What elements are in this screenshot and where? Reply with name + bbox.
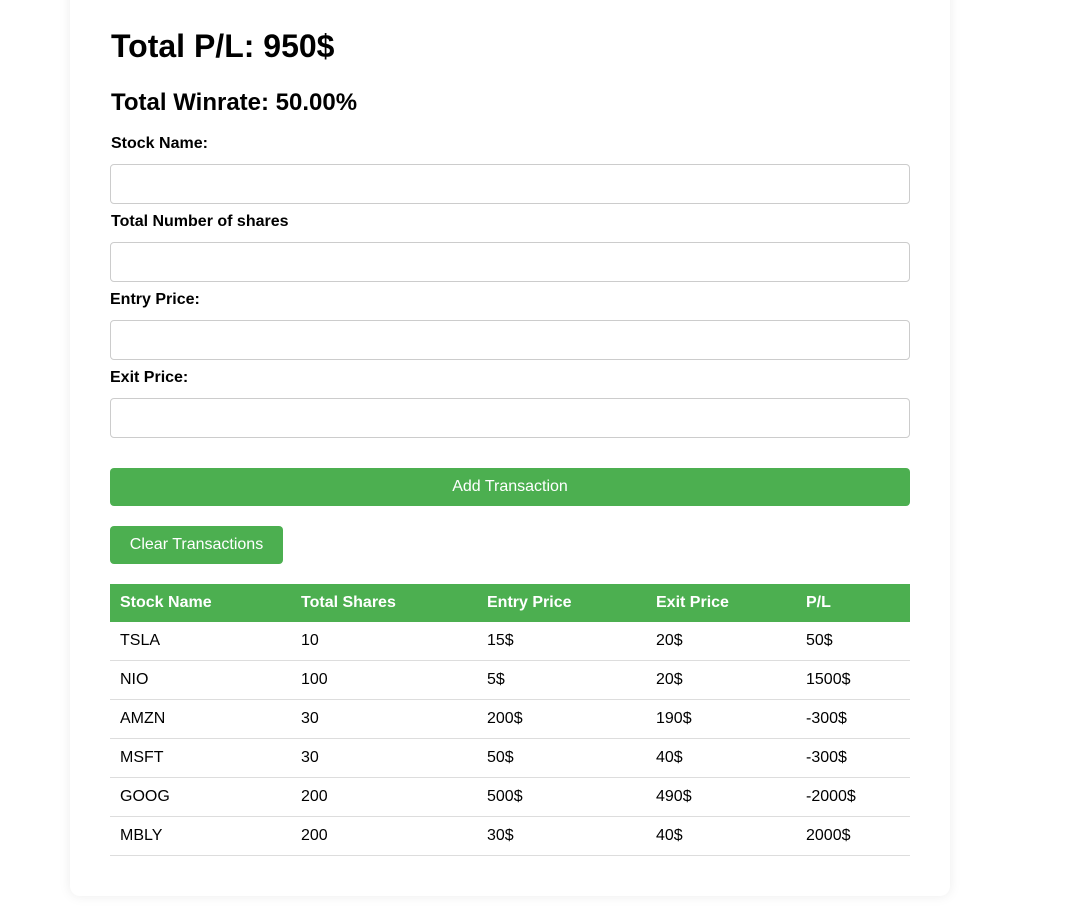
cell-stock-name: TSLA (110, 622, 291, 661)
cell-exit-price: 20$ (646, 622, 796, 661)
header-exit-price: Exit Price (646, 584, 796, 622)
stock-name-input[interactable] (110, 164, 910, 204)
cell-stock-name: NIO (110, 660, 291, 700)
table-row: MSFT 30 50$ 40$ -300$ (110, 738, 910, 778)
table-row: AMZN 30 200$ 190$ -300$ (110, 699, 910, 739)
cell-total-shares: 10 (291, 622, 477, 661)
clear-transactions-button[interactable]: Clear Transactions (110, 526, 283, 564)
table-header-row: Stock Name Total Shares Entry Price Exit… (110, 584, 910, 622)
cell-entry-price: 5$ (477, 660, 646, 700)
cell-entry-price: 200$ (477, 699, 646, 739)
transactions-table: Stock Name Total Shares Entry Price Exit… (110, 584, 910, 856)
cell-exit-price: 190$ (646, 699, 796, 739)
cell-exit-price: 40$ (646, 738, 796, 778)
entry-price-input[interactable] (110, 320, 910, 360)
header-stock-name: Stock Name (110, 584, 291, 622)
cell-pl: 2000$ (796, 816, 910, 856)
cell-exit-price: 20$ (646, 660, 796, 700)
cell-stock-name: AMZN (110, 699, 291, 739)
header-entry-price: Entry Price (477, 584, 646, 622)
cell-stock-name: MBLY (110, 816, 291, 856)
total-pl-heading: Total P/L: 950$ (111, 28, 335, 64)
cell-pl: -300$ (796, 738, 910, 778)
table-row: MBLY 200 30$ 40$ 2000$ (110, 816, 910, 856)
cell-pl: -2000$ (796, 777, 910, 817)
cell-pl: 1500$ (796, 660, 910, 700)
cell-stock-name: MSFT (110, 738, 291, 778)
shares-label: Total Number of shares (111, 213, 289, 230)
cell-total-shares: 200 (291, 777, 477, 817)
header-pl: P/L (796, 584, 910, 622)
cell-entry-price: 15$ (477, 622, 646, 661)
cell-entry-price: 500$ (477, 777, 646, 817)
table-row: TSLA 10 15$ 20$ 50$ (110, 622, 910, 661)
cell-exit-price: 40$ (646, 816, 796, 856)
cell-pl: -300$ (796, 699, 910, 739)
cell-entry-price: 30$ (477, 816, 646, 856)
exit-price-input[interactable] (110, 398, 910, 438)
cell-entry-price: 50$ (477, 738, 646, 778)
cell-stock-name: GOOG (110, 777, 291, 817)
cell-total-shares: 30 (291, 699, 477, 739)
cell-pl: 50$ (796, 622, 910, 661)
table-row: GOOG 200 500$ 490$ -2000$ (110, 777, 910, 817)
shares-input[interactable] (110, 242, 910, 282)
cell-exit-price: 490$ (646, 777, 796, 817)
tracker-card: Total P/L: 950$ Total Winrate: 50.00% St… (70, 0, 950, 896)
cell-total-shares: 200 (291, 816, 477, 856)
stock-name-label: Stock Name: (111, 135, 208, 152)
exit-price-label: Exit Price: (110, 369, 189, 386)
table-row: NIO 100 5$ 20$ 1500$ (110, 660, 910, 700)
entry-price-label: Entry Price: (110, 291, 200, 308)
total-winrate-heading: Total Winrate: 50.00% (111, 89, 358, 116)
cell-total-shares: 100 (291, 660, 477, 700)
header-total-shares: Total Shares (291, 584, 477, 622)
cell-total-shares: 30 (291, 738, 477, 778)
add-transaction-button[interactable]: Add Transaction (110, 468, 910, 506)
